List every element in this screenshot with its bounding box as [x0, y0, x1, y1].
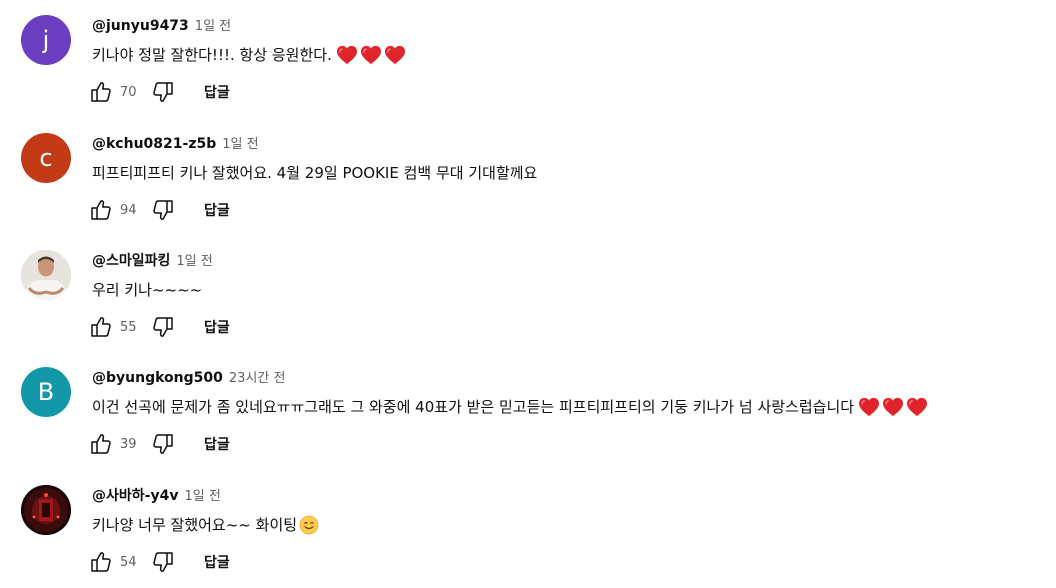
thumbs-down-icon[interactable] — [150, 197, 176, 223]
red-heart-icon — [336, 45, 358, 65]
avatar-letter: j — [42, 26, 50, 54]
like-count: 94 — [120, 202, 137, 218]
comment-header: @kchu0821-z5b 1일 전 — [92, 133, 259, 153]
author-name[interactable]: @kchu0821-z5b — [92, 136, 216, 152]
author-name[interactable]: @byungkong500 — [92, 370, 223, 386]
comment-body: 키나양 너무 잘했어요~~ 화이팅 — [92, 516, 298, 534]
comment-timestamp[interactable]: 23시간 전 — [229, 367, 286, 386]
thumbs-up-icon[interactable] — [88, 549, 114, 575]
reply-button[interactable]: 답글 — [204, 552, 230, 572]
comment-actions: 39 답글 — [88, 430, 230, 458]
hearts-emoji-group — [334, 45, 406, 65]
comment-timestamp[interactable]: 1일 전 — [222, 133, 258, 152]
reply-button[interactable]: 답글 — [204, 82, 230, 102]
reply-button[interactable]: 답글 — [204, 200, 230, 220]
red-heart-icon — [384, 45, 406, 65]
red-heart-icon — [906, 397, 928, 417]
thumbs-up-icon[interactable] — [88, 431, 114, 457]
comment-item: @스마일파킹 1일 전우리 키나~~~~ 55 답글 — [0, 235, 1056, 352]
reply-button[interactable]: 답글 — [204, 434, 230, 454]
comment-item: c @kchu0821-z5b 1일 전피프티피프티 키나 잘했어요. 4월 29일… — [0, 118, 1056, 235]
comment-timestamp[interactable]: 1일 전 — [176, 250, 212, 269]
avatar-letter: c — [39, 144, 53, 172]
comment-body: 이건 선곡에 문제가 좀 있네요ㅠㅠ그래도 그 와중에 40표가 받은 믿고듣는… — [92, 398, 855, 416]
comment-header: @byungkong500 23시간 전 — [92, 367, 285, 387]
comment-item: B @byungkong500 23시간 전이건 선곡에 문제가 좀 있네요ㅠㅠ그래… — [0, 352, 1056, 469]
comment-header: @스마일파킹 1일 전 — [92, 250, 213, 270]
author-name[interactable]: @junyu9473 — [92, 18, 189, 34]
author-name[interactable]: @스마일파킹 — [92, 250, 170, 270]
thumbs-down-icon[interactable] — [150, 314, 176, 340]
comment-item: @사바하-y4v 1일 전키나양 너무 잘했어요~~ 화이팅 54 답글 — [0, 470, 1056, 587]
like-count: 70 — [120, 84, 137, 100]
thumbs-up-icon[interactable] — [88, 314, 114, 340]
reply-button[interactable]: 답글 — [204, 317, 230, 337]
comment-actions: 94 답글 — [88, 196, 230, 224]
author-name[interactable]: @사바하-y4v — [92, 485, 178, 505]
like-count: 55 — [120, 319, 137, 335]
comment-timestamp[interactable]: 1일 전 — [184, 485, 220, 504]
comment-body: 피프티피프티 키나 잘했어요. 4월 29일 POOKIE 컴백 무대 기대할께… — [92, 164, 538, 182]
like-count: 54 — [120, 554, 137, 570]
red-heart-icon — [858, 397, 880, 417]
thumbs-down-icon[interactable] — [150, 431, 176, 457]
comment-header: @junyu9473 1일 전 — [92, 15, 231, 35]
comment-text: 피프티피프티 키나 잘했어요. 4월 29일 POOKIE 컴백 무대 기대할께… — [92, 162, 537, 184]
comment-body: 우리 키나~~~~ — [92, 281, 203, 299]
comment-text: 키나야 정말 잘한다!!!. 항상 응원한다. — [92, 44, 406, 66]
smiling-face-icon — [299, 515, 319, 535]
avatar[interactable] — [21, 250, 71, 300]
comment-body: 키나야 정말 잘한다!!!. 항상 응원한다. — [92, 46, 332, 64]
avatar-letter: B — [37, 378, 55, 406]
comment-text: 키나양 너무 잘했어요~~ 화이팅 — [92, 514, 319, 536]
comment-actions: 54 답글 — [88, 548, 230, 576]
hearts-emoji-group — [856, 397, 928, 417]
comment-item: j @junyu9473 1일 전키나야 정말 잘한다!!!. 항상 응원한다. 70… — [0, 0, 1056, 117]
thumbs-up-icon[interactable] — [88, 79, 114, 105]
avatar[interactable]: c — [21, 133, 71, 183]
like-count: 39 — [120, 436, 137, 452]
avatar[interactable]: j — [21, 15, 71, 65]
comment-text: 우리 키나~~~~ — [92, 279, 202, 301]
comment-timestamp[interactable]: 1일 전 — [195, 15, 231, 34]
avatar[interactable] — [21, 485, 71, 535]
red-heart-icon — [882, 397, 904, 417]
comment-text: 이건 선곡에 문제가 좀 있네요ㅠㅠ그래도 그 와중에 40표가 받은 믿고듣는… — [92, 396, 928, 418]
avatar[interactable]: B — [21, 367, 71, 417]
red-heart-icon — [360, 45, 382, 65]
thumbs-down-icon[interactable] — [150, 549, 176, 575]
comment-actions: 55 답글 — [88, 313, 230, 341]
comment-actions: 70 답글 — [88, 78, 230, 106]
comment-header: @사바하-y4v 1일 전 — [92, 485, 221, 505]
thumbs-up-icon[interactable] — [88, 197, 114, 223]
thumbs-down-icon[interactable] — [150, 79, 176, 105]
